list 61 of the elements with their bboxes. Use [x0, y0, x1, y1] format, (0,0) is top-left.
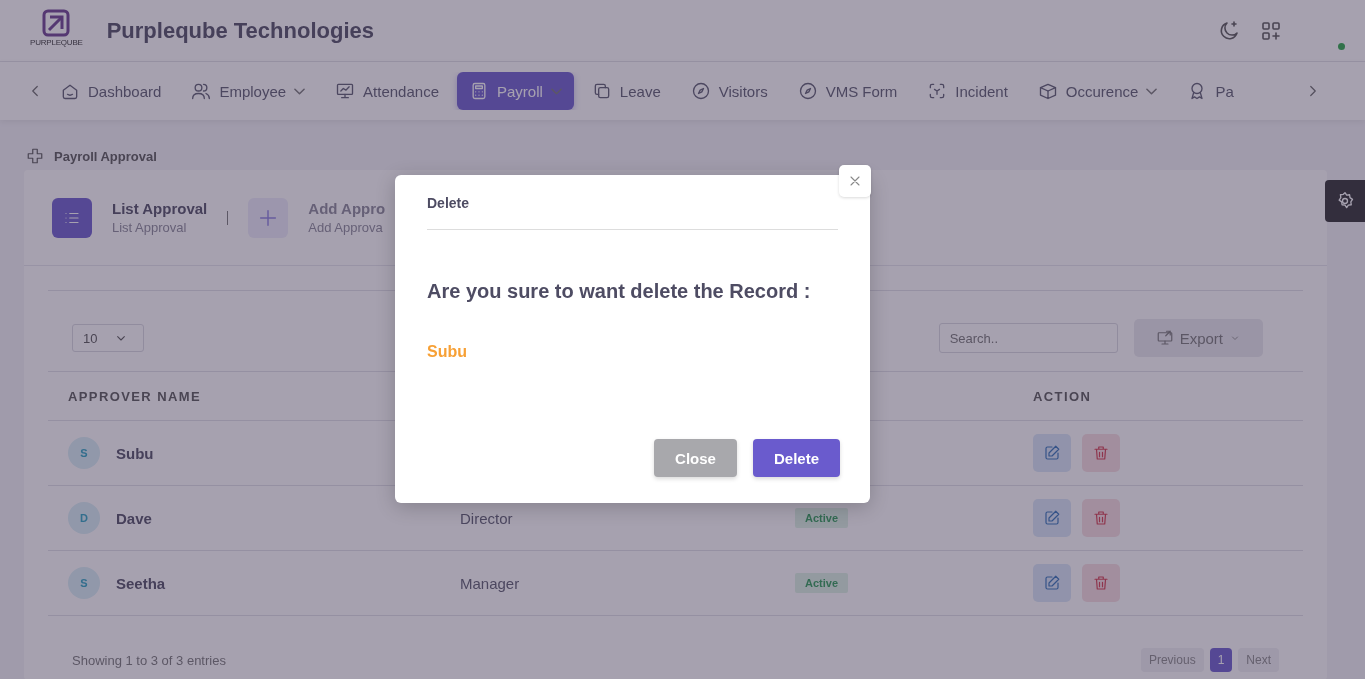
- compass-icon: [797, 81, 818, 101]
- designation: Director: [460, 509, 513, 527]
- nav-item[interactable]: Incident: [915, 72, 1020, 110]
- previous-button[interactable]: Previous: [1140, 648, 1204, 672]
- logo: PURPLEQUBE: [30, 7, 83, 54]
- edit-button[interactable]: [1033, 499, 1071, 537]
- avatar: S: [68, 567, 100, 599]
- nav-item[interactable]: Pa: [1175, 72, 1246, 110]
- close-button[interactable]: [839, 165, 871, 197]
- approver-name: Subu: [116, 444, 154, 462]
- nav-item[interactable]: Dashboard: [48, 72, 174, 110]
- next-button[interactable]: Next: [1238, 648, 1279, 672]
- users-icon: [191, 81, 212, 101]
- status-badge: Active: [795, 508, 849, 528]
- avatar: S: [68, 437, 100, 469]
- breadcrumb: Payroll Approval: [54, 148, 157, 164]
- close-button[interactable]: Close: [654, 439, 737, 477]
- trash-icon: [1092, 574, 1110, 592]
- export-button[interactable]: Export: [1133, 319, 1263, 357]
- delete-button[interactable]: [1082, 499, 1120, 537]
- box-icon: [1037, 81, 1058, 101]
- search-field[interactable]: Search..: [938, 323, 1118, 353]
- cross-icon: [26, 147, 44, 165]
- entries-info: Showing 1 to 3 of 3 entries: [72, 652, 226, 668]
- edit-button[interactable]: [1033, 564, 1071, 602]
- designation: Manager: [460, 574, 520, 592]
- monitor-icon: [1155, 329, 1174, 347]
- dialog-message: Are you sure to want delete the Record :: [427, 280, 812, 303]
- column-header: ACTION: [1032, 388, 1092, 404]
- monitor-icon: [335, 81, 356, 101]
- pencil-icon: [1043, 509, 1061, 527]
- page-size-select[interactable]: 10: [72, 324, 145, 352]
- avatar: D: [68, 502, 100, 534]
- company-name: Purpleqube Technologies: [106, 17, 374, 44]
- delete-button[interactable]: [1082, 434, 1120, 472]
- nav-item[interactable]: Payroll: [457, 72, 574, 110]
- nav-item[interactable]: VMS Form: [785, 72, 910, 110]
- pencil-icon: [1043, 444, 1061, 462]
- status-badge: Active: [795, 573, 849, 593]
- edit-button[interactable]: [1033, 434, 1071, 472]
- tab[interactable]: List Approval List Approval: [52, 197, 208, 238]
- column-header: APPROVER NAME: [67, 388, 202, 404]
- nav-item[interactable]: Leave: [579, 72, 673, 110]
- record-name: Subu: [427, 343, 468, 361]
- nav-item[interactable]: Occurence: [1025, 72, 1170, 110]
- dialog-title: Delete: [427, 195, 838, 230]
- trash-icon: [1092, 444, 1110, 462]
- compass-icon: [690, 81, 711, 101]
- approver-name: Seetha: [116, 574, 166, 592]
- delete-button[interactable]: Delete: [752, 439, 840, 477]
- pencil-icon: [1043, 574, 1061, 592]
- delete-button[interactable]: [1082, 564, 1120, 602]
- status-dot: [1338, 42, 1345, 50]
- settings-button[interactable]: [1325, 180, 1365, 222]
- nav-item[interactable]: Visitors: [678, 72, 780, 110]
- nav-item[interactable]: Employee: [179, 72, 318, 110]
- page-button[interactable]: 1: [1209, 648, 1233, 672]
- approver-name: Dave: [116, 509, 152, 527]
- trash-icon: [1092, 509, 1110, 527]
- tab[interactable]: Add Appro Add Approva: [248, 197, 386, 238]
- nav-item[interactable]: Attendance: [323, 72, 451, 110]
